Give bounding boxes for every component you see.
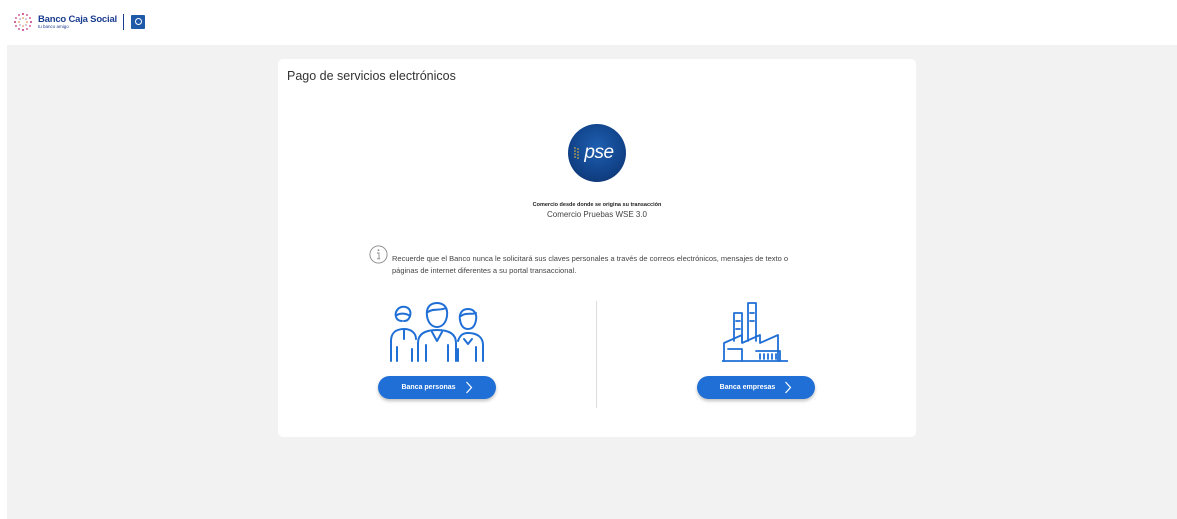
pse-logo-text: pse	[584, 142, 614, 163]
pse-logo: pse	[568, 124, 626, 182]
people-group-icon	[390, 302, 484, 362]
merchant-label: Comercio desde donde se origina su trans…	[532, 202, 662, 208]
factory-icon	[722, 302, 788, 362]
info-circle-icon	[369, 245, 388, 264]
banca-personas-label: Banca personas	[401, 384, 456, 391]
pse-dots-icon	[574, 147, 579, 159]
banca-empresas-button[interactable]: Banca empresas	[697, 376, 815, 399]
bank-logo-mark-icon	[14, 13, 32, 31]
logo-separator	[122, 14, 124, 30]
bank-name: Banco Caja Social	[38, 13, 117, 25]
bank-badge-icon	[130, 15, 145, 29]
page-title: Pago de servicios electrónicos	[287, 69, 456, 83]
banca-personas-button[interactable]: Banca personas	[378, 376, 496, 399]
payment-card: Pago de servicios electrónicos pse Comer…	[278, 59, 916, 437]
top-bar: Banco Caja Social tu banco amigo	[0, 0, 1177, 45]
merchant-name: Comercio Pruebas WSE 3.0	[546, 210, 648, 219]
chevron-right-icon	[785, 381, 792, 394]
banca-empresas-label: Banca empresas	[719, 384, 776, 391]
security-notice: Recuerde que el Banco nunca le solicitar…	[369, 245, 809, 276]
bank-tagline: tu banco amigo	[38, 24, 69, 29]
options-divider	[596, 301, 597, 408]
security-notice-text: Recuerde que el Banco nunca le solicitar…	[392, 254, 789, 275]
bank-logo[interactable]: Banco Caja Social tu banco amigo	[12, 10, 145, 34]
chevron-right-icon	[465, 381, 472, 394]
